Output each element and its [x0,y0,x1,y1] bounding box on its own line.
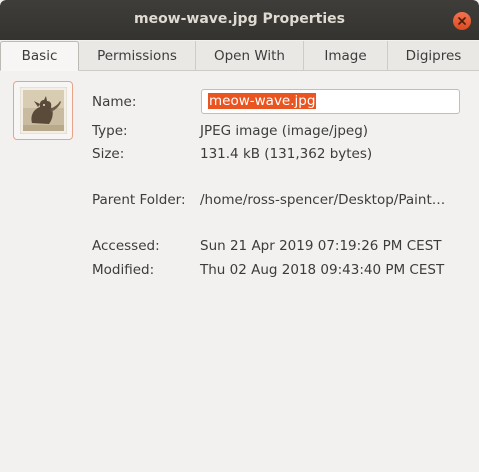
tab-label: Open With [213,47,285,64]
accessed-value: Sun 21 Apr 2019 07:19:26 PM CEST [200,238,442,254]
tab-label: Image [324,47,367,64]
tab-bar: Basic Permissions Open With Image Digipr… [0,41,479,71]
size-value: 131.4 kB (131,362 bytes) [200,146,373,162]
window-title: meow-wave.jpg Properties [133,11,345,27]
type-value: JPEG image (image/jpeg) [200,123,369,139]
parent-folder-value: /home/ross-spencer/Desktop/Paint… [200,192,446,208]
title-bar[interactable]: meow-wave.jpg Properties [0,0,479,40]
size-label: Size: [92,146,125,162]
tab-label: Permissions [97,47,177,64]
close-button[interactable] [453,12,471,30]
tab-label: Digipres [405,47,462,64]
tab-permissions[interactable]: Permissions [79,41,196,71]
tab-label: Basic [21,48,58,64]
file-thumbnail-icon [20,87,67,134]
name-field[interactable]: meow-wave.jpg [201,89,460,114]
type-label: Type: [92,123,128,139]
tab-digipres[interactable]: Digipres [388,41,479,71]
modified-value: Thu 02 Aug 2018 09:43:40 PM CEST [200,262,445,278]
tab-image[interactable]: Image [304,41,388,71]
modified-label: Modified: [92,262,155,278]
tab-open-with[interactable]: Open With [196,41,304,71]
accessed-label: Accessed: [92,238,160,254]
parent-folder-label: Parent Folder: [92,192,186,208]
name-label: Name: [92,94,137,110]
close-icon [458,17,466,25]
name-field-value: meow-wave.jpg [208,93,317,109]
tab-basic[interactable]: Basic [0,41,79,71]
properties-window: meow-wave.jpg Properties Basic Permissio… [0,0,479,472]
file-thumbnail-button[interactable] [13,81,73,140]
